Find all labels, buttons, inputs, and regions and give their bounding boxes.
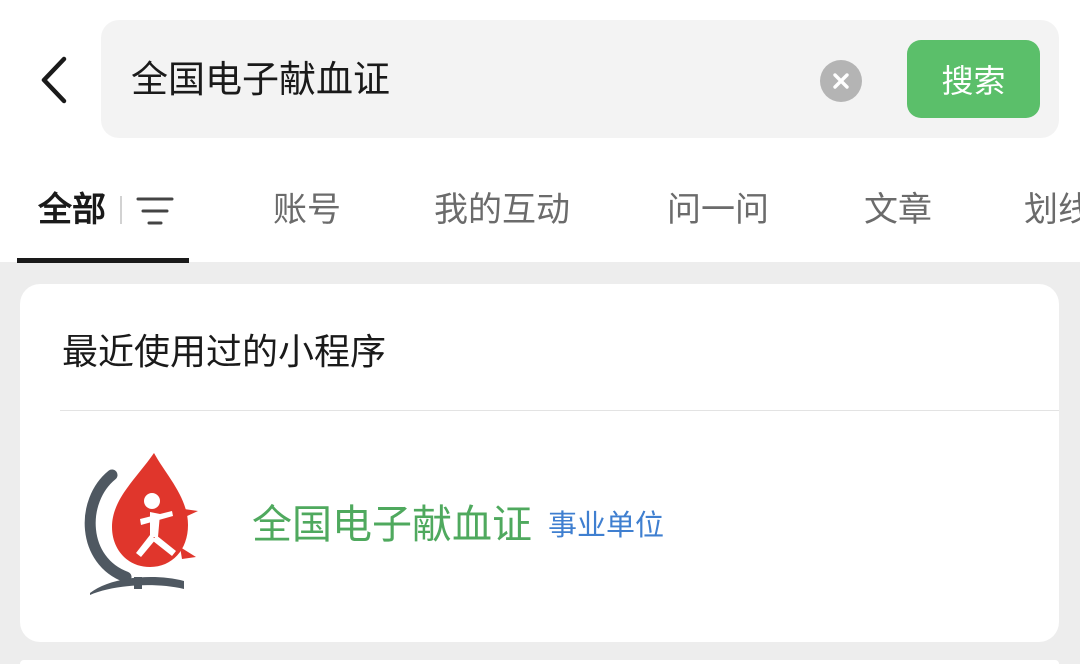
tab-bar: 全部 账号 我的互动 问一问 文章 划线 [0, 178, 1080, 263]
tab-separator [120, 196, 122, 224]
filter-icon[interactable] [136, 194, 174, 228]
next-card-edge [20, 660, 1059, 664]
tab-accounts[interactable]: 账号 [273, 178, 341, 242]
tab-my-interactions[interactable]: 我的互动 [434, 178, 570, 242]
clear-icon [833, 73, 849, 89]
tab-highlights[interactable]: 划线 [1024, 178, 1080, 242]
section-title: 最近使用过的小程序 [62, 332, 387, 373]
search-box: 搜索 [101, 20, 1059, 138]
back-arrow-icon [41, 56, 67, 104]
search-button[interactable]: 搜索 [907, 40, 1040, 118]
clear-search-button[interactable] [820, 60, 862, 102]
mini-program-badge: 事业单位 [548, 508, 665, 542]
recent-mini-programs-card: 最近使用过的小程序 全国电子献血证 事业单位 [20, 284, 1059, 642]
back-button[interactable] [24, 46, 84, 114]
mini-program-item[interactable]: 全国电子献血证 事业单位 [20, 411, 1059, 642]
mini-program-name: 全国电子献血证 [252, 502, 532, 548]
tab-ask[interactable]: 问一问 [667, 178, 769, 242]
search-input[interactable] [131, 56, 791, 104]
top-area: 搜索 全部 账号 我的互动 问一问 文章 划线 [0, 0, 1080, 263]
active-tab-indicator [17, 258, 189, 263]
tab-all[interactable]: 全部 [38, 178, 106, 242]
blood-drop-globe-logo [84, 453, 198, 595]
tab-articles[interactable]: 文章 [864, 178, 932, 242]
